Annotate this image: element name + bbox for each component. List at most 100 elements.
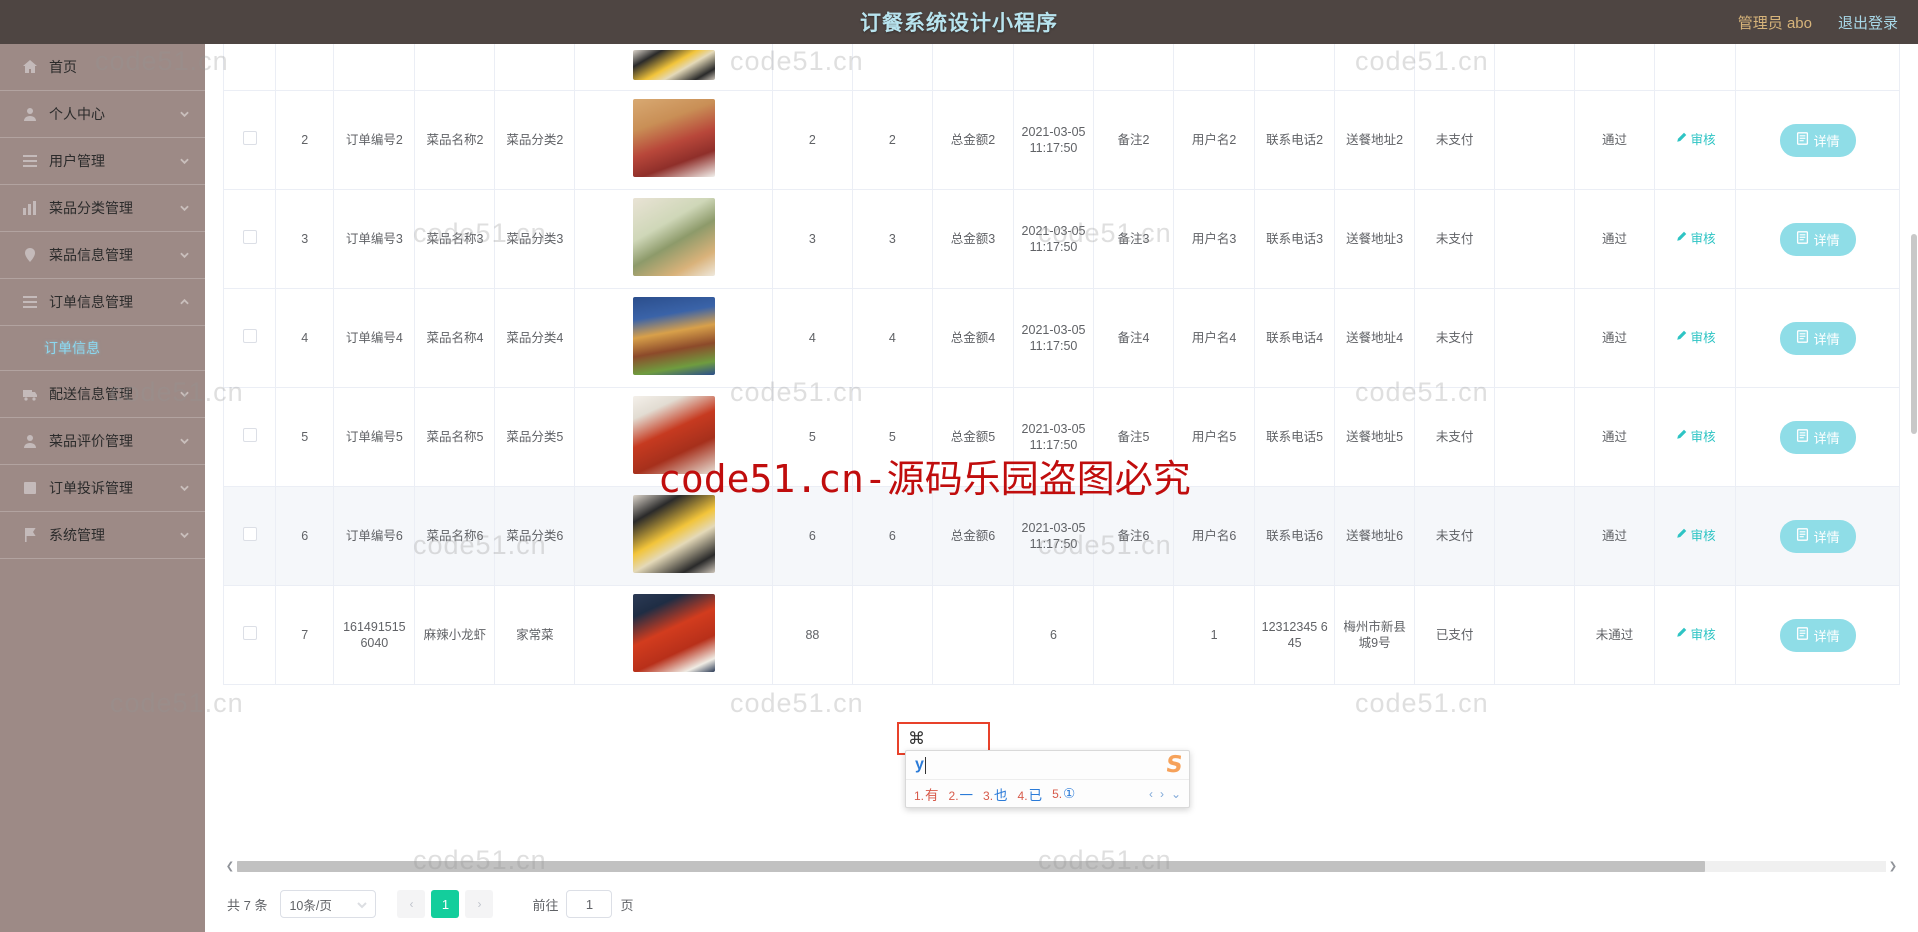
detail-action-cell[interactable]: 详情 bbox=[1735, 387, 1900, 487]
row-checkbox[interactable] bbox=[242, 428, 257, 442]
logout-link[interactable]: 退出登录 bbox=[1838, 12, 1898, 33]
sidebar-item-system[interactable]: 系统管理 bbox=[0, 512, 205, 559]
page-unit-label: 页 bbox=[620, 897, 634, 913]
sidebar-item-delivery-info[interactable]: 配送信息管理 bbox=[0, 371, 205, 418]
sidebar-item-dish-category[interactable]: 菜品分类管理 bbox=[0, 185, 205, 232]
audit-action-link[interactable]: 审核 bbox=[1675, 429, 1716, 445]
audit-action-cell[interactable]: 审核 bbox=[1654, 90, 1737, 190]
sidebar-subitem-order-list[interactable]: 订单信息 bbox=[0, 326, 205, 371]
row-select-cell[interactable] bbox=[223, 90, 277, 190]
table-row[interactable]: 7 161491515 6040 麻辣小龙虾 家常菜 88 6 1 12312345 645 梅… bbox=[223, 585, 1900, 685]
detail-action-cell[interactable]: 详情 bbox=[1735, 486, 1900, 586]
audit-action-link[interactable]: 审核 bbox=[1675, 528, 1716, 544]
detail-button[interactable]: 详情 bbox=[1779, 618, 1856, 652]
row-checkbox[interactable] bbox=[242, 527, 257, 541]
username-cell: 用户名5 bbox=[1173, 387, 1256, 487]
row-checkbox[interactable] bbox=[242, 626, 257, 640]
detail-action-cell[interactable]: 详情 bbox=[1735, 288, 1900, 388]
pay-status-cell: 已支付 bbox=[1414, 585, 1496, 685]
row-checkbox[interactable] bbox=[242, 230, 257, 244]
audit-action-cell[interactable]: 审核 bbox=[1654, 189, 1737, 289]
table-horizontal-scrollbar[interactable]: ❮ ❯ bbox=[223, 858, 1900, 875]
table-row[interactable]: 2 订单编号2 菜品名称2 菜品分类2 2 2 总金额2 2021-03-05 11:17:5… bbox=[223, 90, 1900, 190]
chevron-up-icon bbox=[180, 298, 189, 307]
detail-button[interactable]: 详情 bbox=[1779, 321, 1856, 355]
row-checkbox[interactable] bbox=[242, 131, 257, 145]
audit-action-cell[interactable]: 审核 bbox=[1654, 288, 1737, 388]
sidebar-item-profile[interactable]: 个人中心 bbox=[0, 91, 205, 138]
user-icon bbox=[22, 433, 38, 449]
goto-page-input[interactable] bbox=[566, 890, 613, 918]
sidebar-item-order-info[interactable]: 订单信息管理 bbox=[0, 279, 205, 326]
sidebar-item-dish-review[interactable]: 菜品评价管理 bbox=[0, 418, 205, 465]
ime-prev-page-icon[interactable]: ‹ bbox=[1149, 787, 1153, 801]
ime-candidate[interactable]: 5. ① bbox=[1052, 786, 1075, 802]
order-table-scroll-area[interactable]: 2 订单编号2 菜品名称2 菜品分类2 2 2 总金额2 2021-03-05 11:17:5… bbox=[223, 44, 1900, 859]
username-cell: 用户名4 bbox=[1173, 288, 1256, 388]
table-cell bbox=[772, 44, 853, 91]
table-row-partial[interactable] bbox=[223, 44, 1900, 91]
ime-candidate[interactable]: 3. 也 bbox=[983, 784, 1008, 804]
flag-icon bbox=[22, 527, 38, 543]
audit-action-cell[interactable]: 审核 bbox=[1654, 486, 1737, 586]
page-vertical-scrollbar[interactable] bbox=[1910, 44, 1918, 932]
audit-action-link[interactable]: 审核 bbox=[1675, 132, 1716, 148]
count-cell: 6 bbox=[772, 486, 853, 586]
scrollbar-thumb[interactable] bbox=[237, 861, 1705, 872]
pager-next-button[interactable]: › bbox=[465, 890, 494, 918]
sidebar-item-users[interactable]: 用户管理 bbox=[0, 138, 205, 185]
table-row[interactable]: 4 订单编号4 菜品名称4 菜品分类4 4 4 总金额4 2021-03-05 11:17:5… bbox=[223, 288, 1900, 388]
table-cell bbox=[1414, 44, 1496, 91]
audit-action-link[interactable]: 审核 bbox=[1675, 627, 1716, 643]
pager-prev-button[interactable]: ‹ bbox=[397, 890, 426, 918]
table-row[interactable]: 6 订单编号6 菜品名称6 菜品分类6 6 6 总金额6 2021-03-05 11:17:5… bbox=[223, 486, 1900, 586]
row-select-cell[interactable] bbox=[223, 585, 277, 685]
row-checkbox[interactable] bbox=[242, 329, 257, 343]
detail-button[interactable]: 详情 bbox=[1779, 519, 1856, 553]
ime-candidate[interactable]: 4. 已 bbox=[1018, 784, 1043, 804]
table-row[interactable]: 5 订单编号5 菜品名称5 菜品分类5 5 5 总金额5 2021-03-05 11:17:5… bbox=[223, 387, 1900, 487]
detail-action-cell[interactable]: 详情 bbox=[1735, 90, 1900, 190]
row-select-cell[interactable] bbox=[223, 486, 277, 586]
table-row[interactable]: 3 订单编号3 菜品名称3 菜品分类3 3 3 总金额3 2021-03-05 11:17:5… bbox=[223, 189, 1900, 289]
vertical-scrollbar-thumb[interactable] bbox=[1911, 234, 1917, 434]
ime-candidate[interactable]: 1. 有 bbox=[914, 784, 939, 804]
phone-cell: 联系电话5 bbox=[1254, 387, 1336, 487]
detail-button[interactable]: 详情 bbox=[1779, 222, 1856, 256]
chevron-down-icon bbox=[180, 437, 189, 446]
total-amount-cell: 总金额5 bbox=[932, 387, 1015, 487]
scroll-right-arrow-icon[interactable]: ❯ bbox=[1886, 858, 1900, 875]
row-select-cell[interactable] bbox=[223, 387, 277, 487]
scrollbar-track[interactable] bbox=[237, 861, 1886, 872]
detail-button[interactable]: 详情 bbox=[1779, 420, 1856, 454]
row-index-cell: 7 bbox=[275, 585, 335, 685]
sidebar-item-dish-info[interactable]: 菜品信息管理 bbox=[0, 232, 205, 279]
audit-action-link[interactable]: 审核 bbox=[1675, 231, 1716, 247]
pay-status-cell: 未支付 bbox=[1414, 387, 1496, 487]
row-select-cell[interactable] bbox=[223, 189, 277, 289]
audit-action-cell[interactable]: 审核 bbox=[1654, 585, 1737, 685]
ime-candidate-window[interactable]: y S 1. 有 2. 一 3. 也 4. 已 5. ① ‹ › ⌄ bbox=[905, 750, 1190, 808]
scroll-left-arrow-icon[interactable]: ❮ bbox=[223, 858, 237, 875]
chevron-down-icon bbox=[180, 251, 189, 260]
row-select-cell[interactable] bbox=[223, 288, 277, 388]
row-index-cell: 2 bbox=[275, 90, 335, 190]
page-size-select[interactable]: 10条/页 bbox=[280, 890, 377, 918]
audit-action-cell[interactable]: 审核 bbox=[1654, 387, 1737, 487]
detail-action-cell[interactable]: 详情 bbox=[1735, 189, 1900, 289]
pay-status-cell: 未支付 bbox=[1414, 189, 1496, 289]
ime-next-page-icon[interactable]: › bbox=[1160, 787, 1164, 801]
audit-action-link[interactable]: 审核 bbox=[1675, 330, 1716, 346]
ime-candidate[interactable]: 2. 一 bbox=[949, 784, 974, 804]
ime-more-icon[interactable]: ⌄ bbox=[1171, 787, 1181, 801]
pager-page-1[interactable]: 1 bbox=[431, 890, 460, 918]
sidebar-nav: 首页 个人中心 用户管理 菜品分类管理 菜品信息管理 订单信息管理 订单信息 配… bbox=[0, 44, 205, 932]
document-icon bbox=[1796, 627, 1809, 643]
sidebar-item-home[interactable]: 首页 bbox=[0, 44, 205, 91]
sidebar-item-order-complaint[interactable]: 订单投诉管理 bbox=[0, 465, 205, 512]
dish-image-cell bbox=[574, 288, 773, 388]
detail-button[interactable]: 详情 bbox=[1779, 123, 1856, 157]
sidebar-item-label: 用户管理 bbox=[49, 153, 105, 169]
table-cell bbox=[333, 44, 416, 91]
detail-action-cell[interactable]: 详情 bbox=[1735, 585, 1900, 685]
